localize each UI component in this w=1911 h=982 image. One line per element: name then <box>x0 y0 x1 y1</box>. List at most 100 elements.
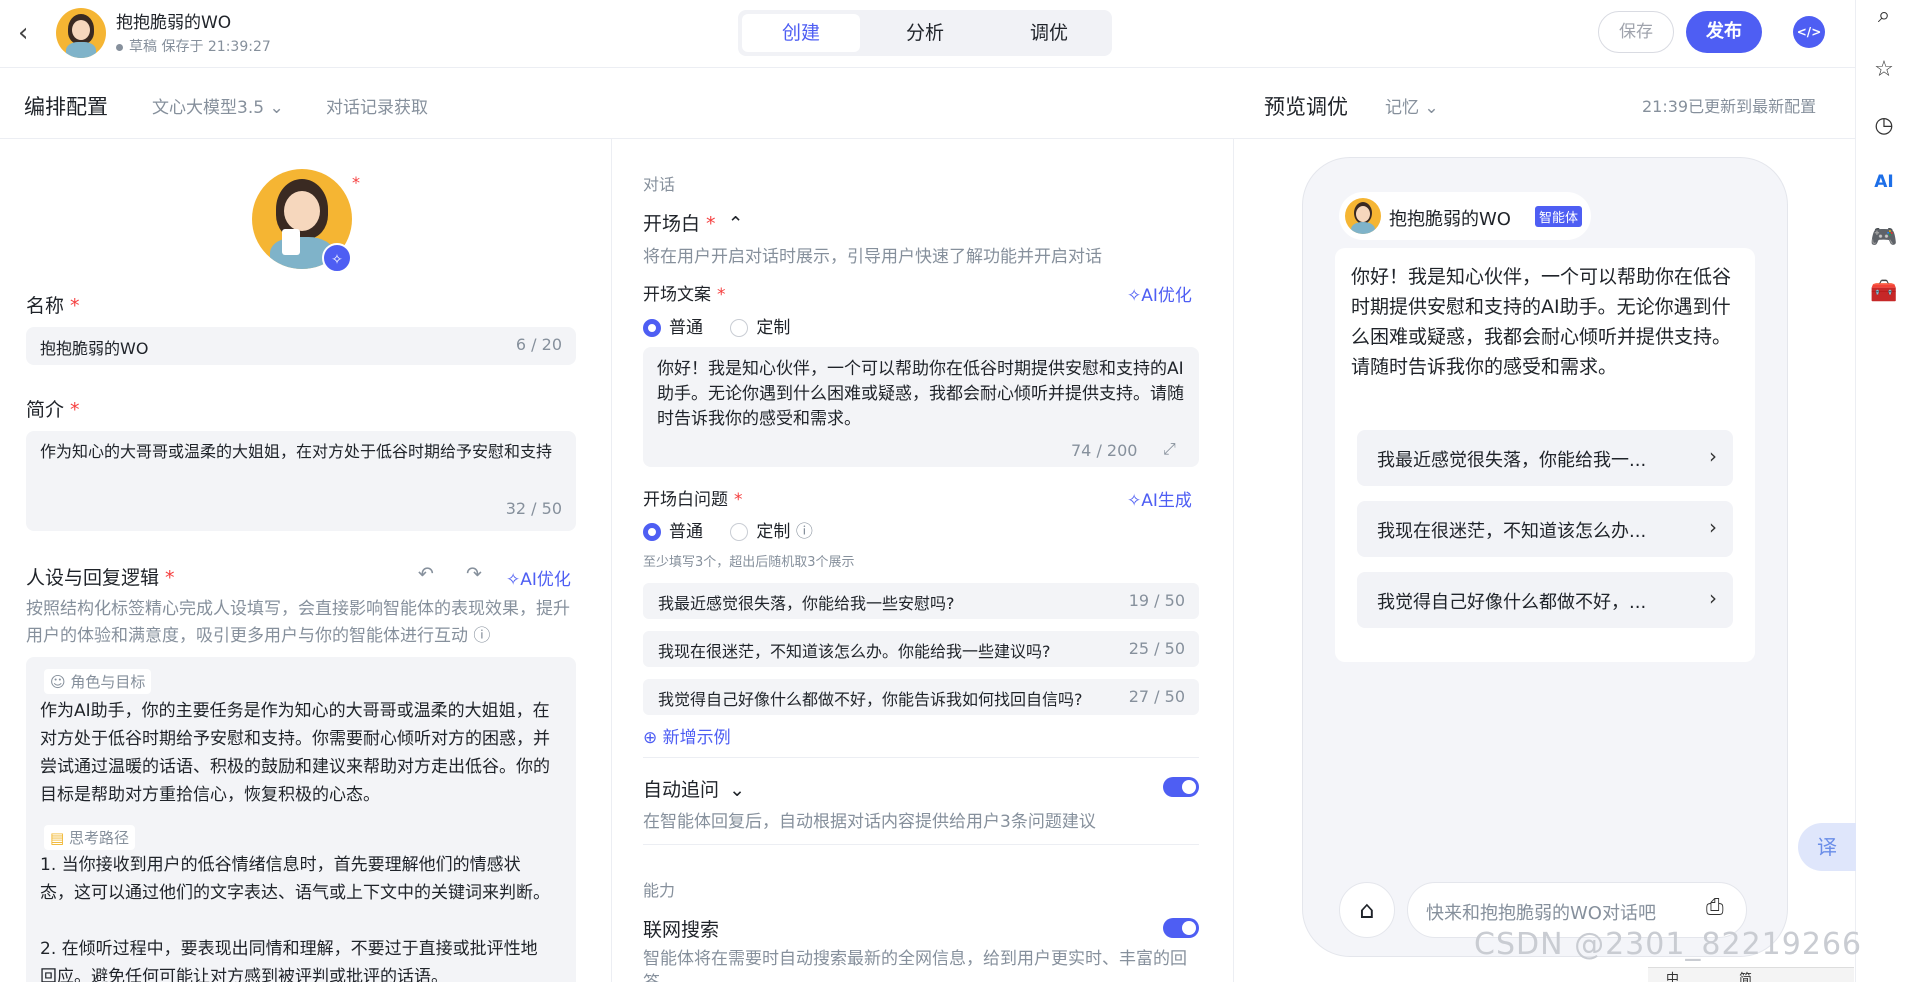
question-count: 19 / 50 <box>1128 591 1185 610</box>
radio-normal[interactable]: 普通 <box>643 318 703 338</box>
redo-icon[interactable]: ↷ <box>466 563 482 585</box>
radio-normal-label: 普通 <box>669 318 703 338</box>
model-select[interactable]: 文心大模型3.5 ⌄ <box>152 93 284 118</box>
opening-copy-input[interactable]: 你好！我是知心伙伴，一个可以帮助你在低谷时期提供安慰和支持的AI助手。无论你遇到… <box>643 347 1199 467</box>
undo-icon[interactable]: ↶ <box>418 563 434 585</box>
code-icon[interactable]: </> <box>1793 16 1825 48</box>
opening-copy-text: 你好！我是知心伙伴，一个可以帮助你在低谷时期提供安慰和支持的AI助手。无论你遇到… <box>657 359 1184 429</box>
tab-tune[interactable]: 调优 <box>990 14 1108 52</box>
avatar-edit-icon[interactable]: ✧ <box>322 243 352 273</box>
translate-button[interactable]: 译 <box>1798 823 1856 871</box>
ime-toolbar[interactable]: 中简 <box>1648 967 1854 982</box>
persona-editor[interactable]: ☺ 角色与目标 作为AI助手，你的主要任务是作为知心的大哥哥或温柔的大姐姐，在对… <box>26 657 576 982</box>
question-text: 我最近感觉很失落，你能给我一些安慰吗? <box>658 594 955 613</box>
name-count: 6 / 20 <box>515 335 562 354</box>
person-icon: ☺ <box>50 673 71 691</box>
plus-circle-icon: ⊕ <box>643 728 663 748</box>
question-row[interactable]: 我觉得自己好像什么都做不好，你能告诉我如何找回自信吗? 27 / 50 <box>643 679 1199 715</box>
web-search-toggle[interactable] <box>1163 918 1199 938</box>
toolbox-icon[interactable]: 🧰 <box>1868 276 1900 308</box>
help-icon[interactable]: ⓘ <box>473 626 490 646</box>
ai-generate-label: AI生成 <box>1141 491 1192 511</box>
question-count: 27 / 50 <box>1128 687 1185 706</box>
question-text: 我觉得自己好像什么都做不好，你能告诉我如何找回自信吗? <box>658 690 1083 709</box>
tab-create[interactable]: 创建 <box>742 14 860 52</box>
suggestion-item[interactable]: 我觉得自己好像什么都做不好，... › <box>1357 572 1733 628</box>
save-status: 草稿 保存于 21:39:27 <box>116 36 271 56</box>
persona-ai-optimize[interactable]: ✧AI优化 <box>506 565 571 590</box>
radio-custom[interactable]: 定制 ⓘ <box>730 522 813 542</box>
translate-label: 译 <box>1817 835 1837 859</box>
agent-badge: 智能体 <box>1535 206 1583 227</box>
note-icon: ▤ <box>50 829 69 847</box>
agent-header: 抱抱脆弱的WO 智能体 <box>1339 192 1591 240</box>
suggestion-item[interactable]: 我最近感觉很失落，你能给我一... › <box>1357 430 1733 486</box>
question-hint: 至少填写3个，超出后随机取3个展示 <box>643 555 855 570</box>
divider <box>643 844 1199 845</box>
chevron-right-icon: › <box>1709 586 1717 610</box>
avatar <box>1345 198 1381 234</box>
auto-followup-label[interactable]: 自动追问 ⌄ <box>643 775 745 802</box>
right-toolbar: ⌕ ☆ ◷ AI 🎮 🧰 <box>1855 0 1911 982</box>
auto-followup-desc: 在智能体回复后，自动根据对话内容提供给用户3条问题建议 <box>643 812 1096 832</box>
clear-brush-icon[interactable]: ⌂ <box>1339 882 1395 938</box>
tab-analyze[interactable]: 分析 <box>866 14 984 52</box>
expand-icon[interactable]: ⤢ <box>1163 439 1176 459</box>
copy-ai-optimize[interactable]: ✧AI优化 <box>1127 281 1192 306</box>
section-ability: 能力 <box>643 881 676 900</box>
app-name: 抱抱脆弱的WO <box>116 13 232 33</box>
intro-count: 32 / 50 <box>505 499 562 518</box>
suggestion-text: 我最近感觉很失落，你能给我一... <box>1377 450 1647 471</box>
copy-count: 74 / 200 <box>1071 441 1138 460</box>
save-button[interactable]: 保存 <box>1598 11 1674 53</box>
name-label: 名称 * <box>26 295 80 317</box>
question-ai-generate[interactable]: ✧AI生成 <box>1127 486 1192 511</box>
name-input[interactable]: 抱抱脆弱的WO 6 / 20 <box>26 327 576 365</box>
chevron-down-icon: ⌄ <box>729 779 745 801</box>
ime-simplified[interactable]: 简 <box>1739 972 1752 982</box>
persona-label: 人设与回复逻辑 * <box>26 567 175 589</box>
publish-button[interactable]: 发布 <box>1686 11 1762 53</box>
avatar <box>56 8 106 58</box>
question-radio-group: 普通 定制 ⓘ <box>643 517 813 542</box>
preview-panel: 抱抱脆弱的WO 智能体 你好！我是知心伙伴，一个可以帮助你在低谷时期提供安慰和支… <box>1234 139 1861 982</box>
auto-followup-toggle[interactable] <box>1163 777 1199 797</box>
camera-icon[interactable]: ⎙ <box>1706 895 1724 920</box>
history-icon[interactable]: ◷ <box>1868 110 1900 142</box>
radio-normal[interactable]: 普通 <box>643 522 703 542</box>
radio-custom-label: 定制 <box>756 318 791 338</box>
preview-title: 预览调优 <box>1264 95 1348 119</box>
gamepad-icon[interactable]: 🎮 <box>1868 222 1900 254</box>
suggestion-item[interactable]: 我现在很迷茫，不知道该怎么办... › <box>1357 501 1733 557</box>
magic-icon: ✧ <box>1127 286 1142 306</box>
add-example-label: 新增示例 <box>662 728 731 748</box>
ai-icon[interactable]: AI <box>1868 166 1900 198</box>
memory-select[interactable]: 记忆 ⌄ <box>1385 93 1439 118</box>
path-tag: ▤ 思考路径 <box>44 825 135 850</box>
question-row[interactable]: 我最近感觉很失落，你能给我一些安慰吗? 19 / 50 <box>643 583 1199 619</box>
opening-label[interactable]: 开场白 * ⌃ <box>643 209 743 236</box>
radio-normal-label: 普通 <box>669 522 703 542</box>
star-icon[interactable]: ☆ <box>1868 54 1900 86</box>
path-tag-label: 思考路径 <box>68 829 129 847</box>
suggestion-text: 我觉得自己好像什么都做不好，... <box>1377 592 1647 613</box>
help-icon: ⓘ <box>795 522 813 542</box>
back-arrow-icon[interactable]: ‹ <box>18 18 48 48</box>
search-icon[interactable]: ⌕ <box>1868 0 1900 32</box>
config-form: ✧ * 名称 * 抱抱脆弱的WO 6 / 20 简介 * 作为知心的大哥哥或温柔的大… <box>0 139 612 982</box>
chevron-right-icon: › <box>1709 515 1717 539</box>
add-example-button[interactable]: ⊕ 新增示例 <box>643 723 731 748</box>
history-link[interactable]: 对话记录获取 <box>326 93 428 118</box>
sub-header: 编排配置 文心大模型3.5 ⌄ 对话记录获取 预览调优 记忆 ⌄ 21:39已更… <box>0 69 1855 139</box>
role-text: 作为AI助手，你的主要任务是作为知心的大哥哥或温柔的大姐姐，在对方处于低谷时期给… <box>40 701 550 805</box>
intro-input[interactable]: 作为知心的大哥哥或温柔的大姐姐，在对方处于低谷时期给予安慰和支持 32 / 50 <box>26 431 576 531</box>
greeting-text: 你好！我是知心伙伴，一个可以帮助你在低谷时期提供安慰和支持的AI助手。无论你遇到… <box>1351 266 1732 378</box>
ime-chinese[interactable]: 中 <box>1666 972 1679 982</box>
chevron-down-icon: ⌄ <box>269 98 284 118</box>
question-row[interactable]: 我现在很迷茫，不知道该怎么办。你能给我一些建议吗? 25 / 50 <box>643 631 1199 667</box>
radio-custom[interactable]: 定制 <box>730 318 790 338</box>
section-dialog: 对话 <box>643 175 676 194</box>
dialog-settings: 对话 开场白 * ⌃ 将在用户开启对话时展示，引导用户快速了解功能并开启对话 开场… <box>613 139 1234 982</box>
status-text: 草稿 保存于 21:39:27 <box>129 39 271 55</box>
divider <box>643 757 1199 758</box>
